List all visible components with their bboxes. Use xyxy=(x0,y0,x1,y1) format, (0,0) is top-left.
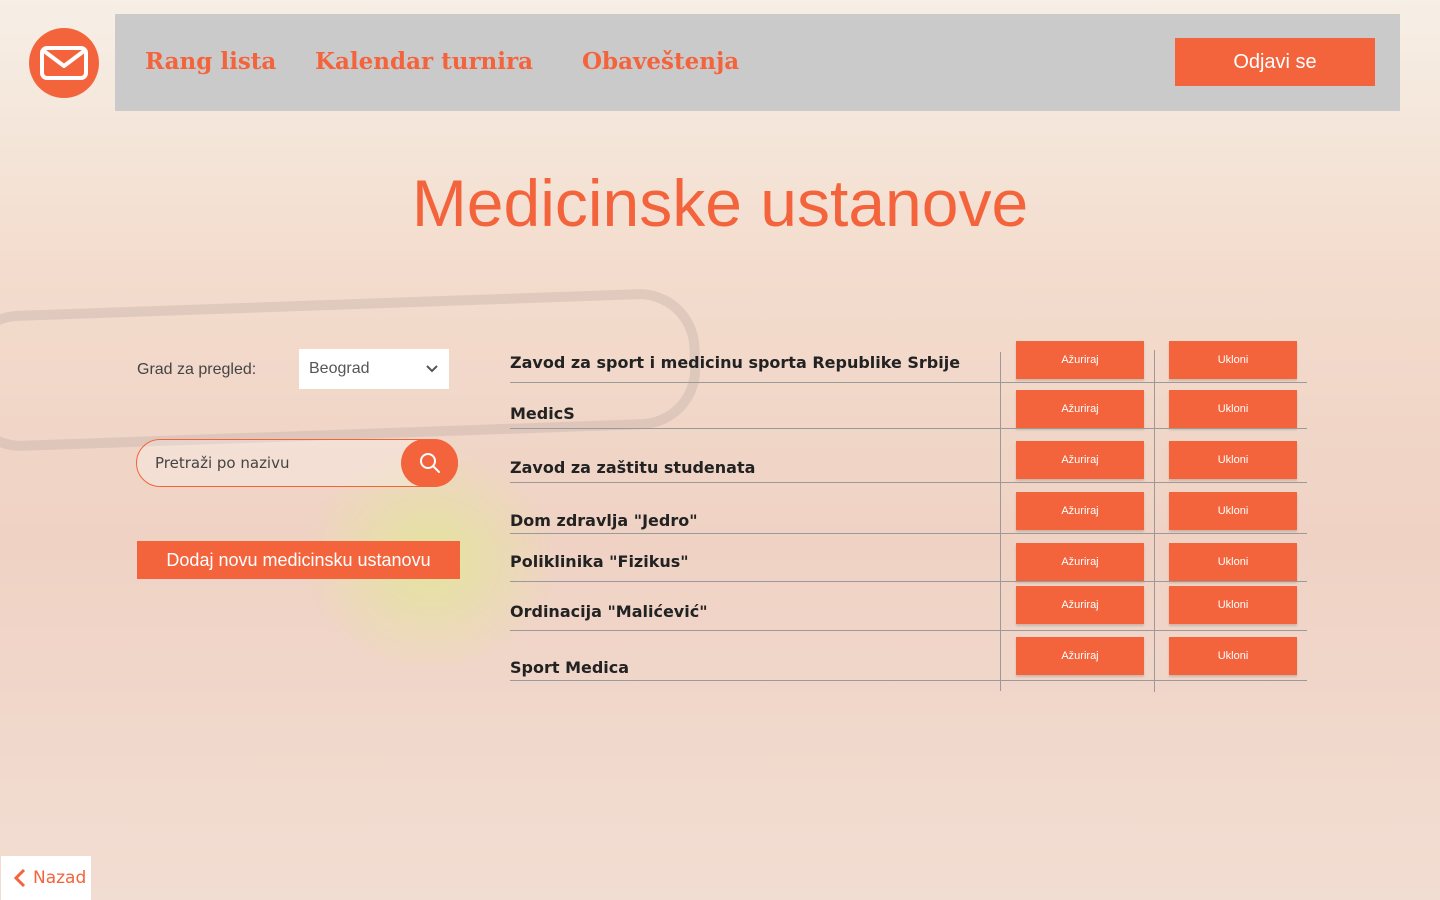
row-divider xyxy=(510,630,1307,631)
institution-name: Zavod za zaštitu studenata xyxy=(510,458,756,477)
row-divider xyxy=(510,581,1307,582)
institution-name: MedicS xyxy=(510,404,575,423)
column-divider xyxy=(1000,352,1001,691)
search-box xyxy=(136,439,458,487)
row-divider xyxy=(510,680,1307,681)
update-button[interactable]: Ažuriraj xyxy=(1016,492,1144,530)
city-select-value: Beograd xyxy=(309,360,370,377)
institution-name: Sport Medica xyxy=(510,658,630,677)
nav-obavestenja[interactable]: Obaveštenja xyxy=(582,48,739,75)
institution-name: Zavod za sport i medicinu sporta Republi… xyxy=(510,353,961,372)
remove-button[interactable]: Ukloni xyxy=(1169,586,1297,624)
mail-logo-icon[interactable] xyxy=(29,28,99,98)
remove-button[interactable]: Ukloni xyxy=(1169,441,1297,479)
update-button[interactable]: Ažuriraj xyxy=(1016,390,1144,428)
institution-name: Poliklinika "Fizikus" xyxy=(510,552,689,571)
back-button[interactable]: Nazad xyxy=(1,856,91,900)
update-button[interactable]: Ažuriraj xyxy=(1016,341,1144,379)
column-divider xyxy=(1154,350,1155,692)
row-divider xyxy=(510,482,1307,483)
row-divider xyxy=(510,533,1307,534)
search-input[interactable] xyxy=(153,453,397,473)
back-label: Nazad xyxy=(33,868,87,888)
add-institution-button[interactable]: Dodaj novu medicinsku ustanovu xyxy=(137,541,460,579)
update-button[interactable]: Ažuriraj xyxy=(1016,543,1144,581)
institution-name: Dom zdravlja "Jedro" xyxy=(510,511,698,530)
top-navbar: Rang lista Kalendar turnira Obaveštenja … xyxy=(115,14,1400,111)
update-button[interactable]: Ažuriraj xyxy=(1016,637,1144,675)
update-button[interactable]: Ažuriraj xyxy=(1016,441,1144,479)
row-divider xyxy=(510,428,1307,429)
institution-name: Ordinacija "Malićević" xyxy=(510,602,708,621)
remove-button[interactable]: Ukloni xyxy=(1169,637,1297,675)
nav-kalendar-turnira[interactable]: Kalendar turnira xyxy=(315,48,533,75)
search-button[interactable] xyxy=(401,439,458,487)
update-button[interactable]: Ažuriraj xyxy=(1016,586,1144,624)
logout-button[interactable]: Odjavi se xyxy=(1175,38,1375,86)
row-divider xyxy=(510,382,1307,383)
chevron-down-icon xyxy=(426,365,438,373)
city-select[interactable]: Beograd xyxy=(299,349,449,389)
remove-button[interactable]: Ukloni xyxy=(1169,543,1297,581)
page-title: Medicinske ustanove xyxy=(411,166,1029,240)
chevron-left-icon xyxy=(13,868,26,888)
city-label: Grad za pregled: xyxy=(137,361,257,378)
search-icon xyxy=(419,453,440,473)
remove-button[interactable]: Ukloni xyxy=(1169,341,1297,379)
remove-button[interactable]: Ukloni xyxy=(1169,390,1297,428)
nav-rang-lista[interactable]: Rang lista xyxy=(145,48,276,75)
remove-button[interactable]: Ukloni xyxy=(1169,492,1297,530)
